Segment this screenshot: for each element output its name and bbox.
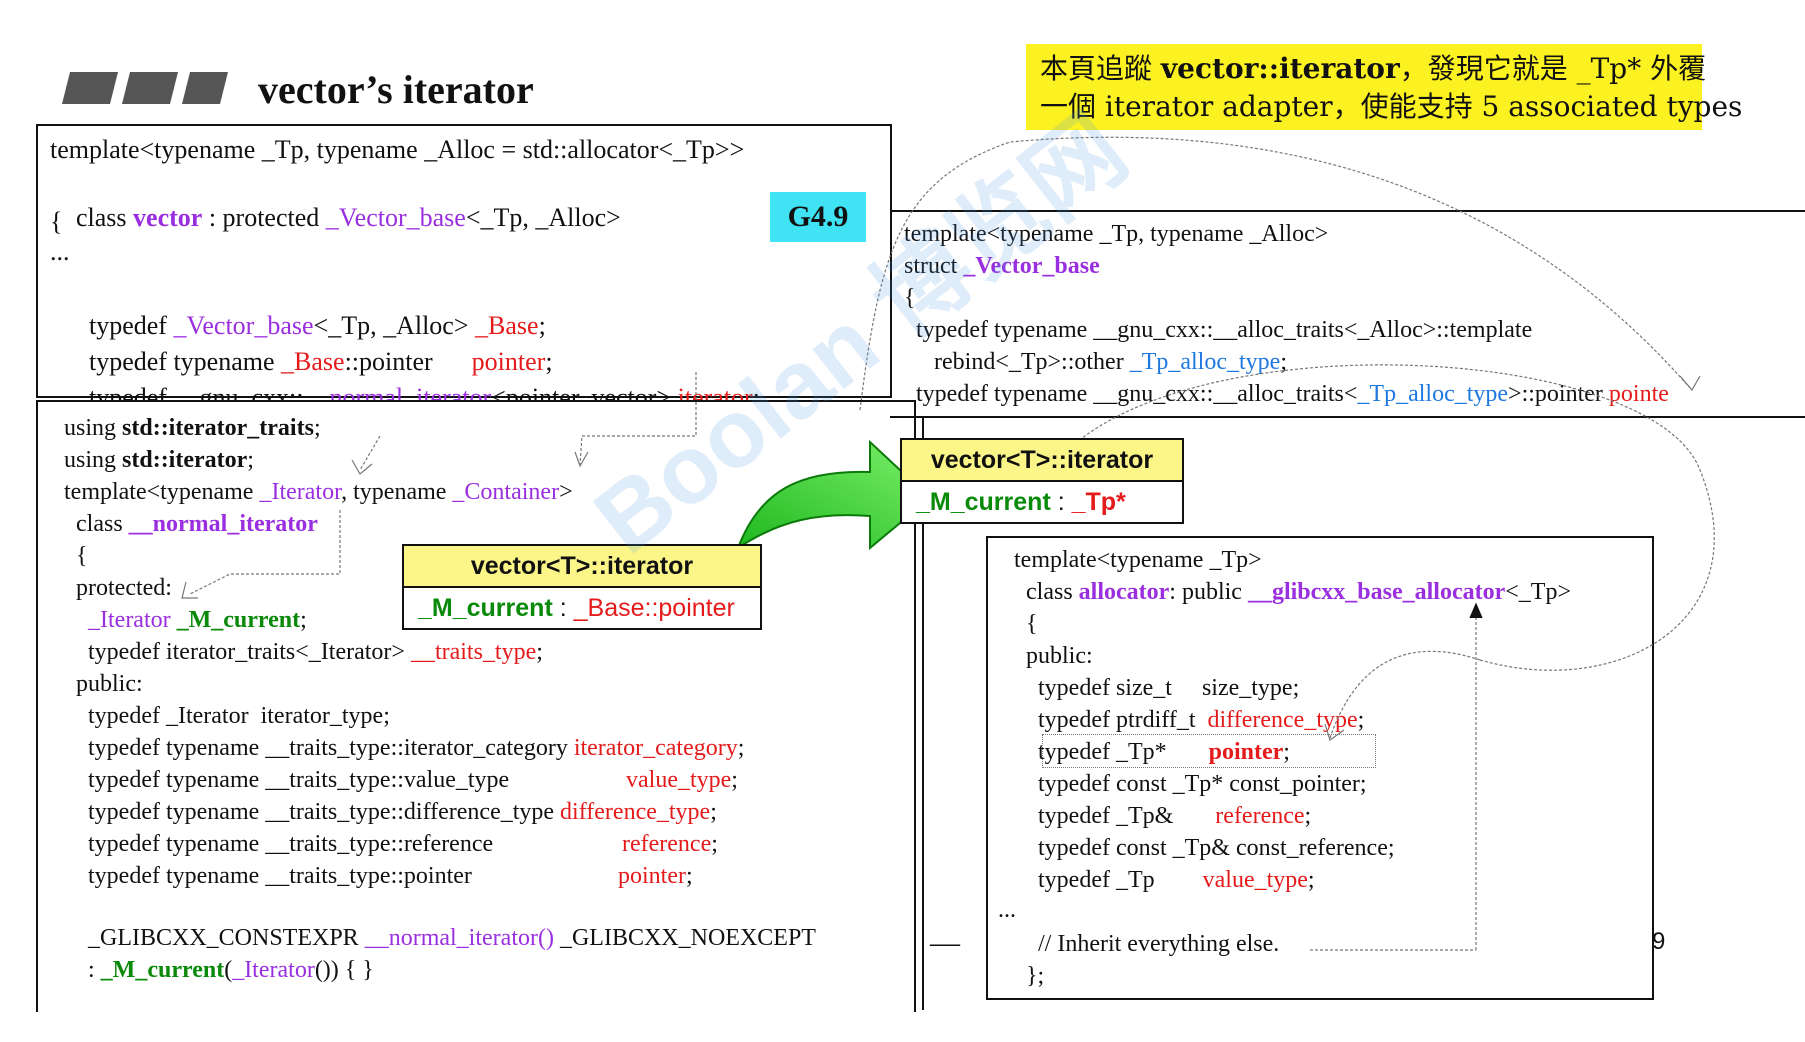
code-line: { xyxy=(64,543,88,569)
note-box: 本頁追蹤 vector::iterator，發現它就是 _Tp* 外覆 一個 i… xyxy=(1026,44,1743,130)
code-line: class __normal_iterator xyxy=(64,511,318,537)
code-line: protected: xyxy=(64,575,172,601)
version-badge: G4.9 xyxy=(770,192,866,242)
code-line: public: xyxy=(64,671,143,697)
code-line: // Inherit everything else. xyxy=(1014,931,1280,957)
iterator-box-body: _M_current : _Tp* xyxy=(902,482,1182,522)
vector-declaration-box: template<typename _Tp, typename _Alloc =… xyxy=(36,124,892,412)
code-line: typedef _Tp value_type; xyxy=(1014,867,1315,893)
code-line: }; xyxy=(1014,963,1045,989)
code-line: template<typename _Tp> xyxy=(1014,547,1262,573)
code-line: : _M_current(_Iterator()) { } xyxy=(64,957,374,983)
code-line: using std::iterator_traits; xyxy=(64,415,321,441)
code-line: typedef typename __traits_type::referenc… xyxy=(64,831,494,857)
code-line: ... xyxy=(998,897,1016,923)
iterator-box-header: vector<T>::iterator xyxy=(404,546,760,588)
code-line: { xyxy=(1014,611,1038,637)
vector-base-bottom-rule xyxy=(890,416,1805,418)
code-line: typedef iterator_traits<_Iterator> __tra… xyxy=(64,639,543,665)
code-line: public: xyxy=(1014,643,1093,669)
note-line-1: 本頁追蹤 vector::iterator，發現它就是 _Tp* 外覆 xyxy=(1040,52,1707,85)
pointer-highlight xyxy=(1042,734,1376,768)
code-line: reference; xyxy=(622,831,718,857)
code-line: template<typename _Tp, typename _Alloc =… xyxy=(50,135,745,164)
code-line: typedef size_t size_type; xyxy=(1014,675,1300,701)
code-line: typedef _Iterator iterator_type; xyxy=(64,703,390,729)
code-line: _GLIBCXX_CONSTEXPR __normal_iterator() _… xyxy=(64,925,816,951)
code-line: typedef typename __gnu_cxx::__alloc_trai… xyxy=(904,381,1669,407)
dash-mark: — xyxy=(930,926,960,959)
iterator-box-body: _M_current : _Base::pointer xyxy=(404,588,760,628)
page-title: vector’s iterator xyxy=(258,67,534,112)
code-line: _Iterator _M_current; xyxy=(88,607,307,633)
code-line: template<typename _Iterator, typename _C… xyxy=(64,479,573,505)
code-line: struct _Vector_base xyxy=(904,253,1100,279)
code-line: typedef typename __traits_type::iterator… xyxy=(64,735,745,761)
page-number: 9 xyxy=(1652,928,1666,955)
code-line: using std::iterator; xyxy=(64,447,254,473)
code-line: value_type; xyxy=(626,767,738,793)
code-line: typedef typename __gnu_cxx::__alloc_trai… xyxy=(904,317,1533,343)
note-line-2: 一個 iterator adapter，使能支持 5 associated ty… xyxy=(1040,90,1743,123)
code-line: typedef _Tp& reference; xyxy=(1014,803,1312,829)
code-line: ... xyxy=(50,237,70,266)
code-line: typedef const _Tp* const_pointer; xyxy=(1014,771,1367,797)
code-line: template<typename _Tp, typename _Alloc> xyxy=(904,221,1329,247)
code-line: typedef typename __traits_type::differen… xyxy=(64,799,717,825)
code-line: { xyxy=(50,207,63,236)
code-line: typedef typename __traits_type::value_ty… xyxy=(64,767,510,793)
code-line: class vector : protected _Vector_base<_T… xyxy=(76,203,621,232)
code-line: typedef ptrdiff_t difference_type; xyxy=(1014,707,1365,733)
iterator-member-box-tp: vector<T>::iterator _M_current : _Tp* xyxy=(900,438,1184,524)
code-line: pointer; xyxy=(618,863,693,889)
title-decoration xyxy=(60,70,230,111)
code-line: typedef typename __traits_type::pointer xyxy=(64,863,472,889)
code-line: typedef const _Tp& const_reference; xyxy=(1014,835,1395,861)
code-line: { xyxy=(904,285,916,311)
iterator-box-header: vector<T>::iterator xyxy=(902,440,1182,482)
iterator-member-box-base: vector<T>::iterator _M_current : _Base::… xyxy=(402,544,762,630)
code-line: class allocator: public __glibcxx_base_a… xyxy=(1014,579,1571,605)
vector-base-top-rule xyxy=(890,210,1805,212)
vector-base-code: template<typename _Tp, typename _Alloc> … xyxy=(904,218,1804,414)
allocator-box: template<typename _Tp> class allocator: … xyxy=(986,536,1654,1000)
code-line: rebind<_Tp>::other _Tp_alloc_type; xyxy=(904,349,1287,375)
